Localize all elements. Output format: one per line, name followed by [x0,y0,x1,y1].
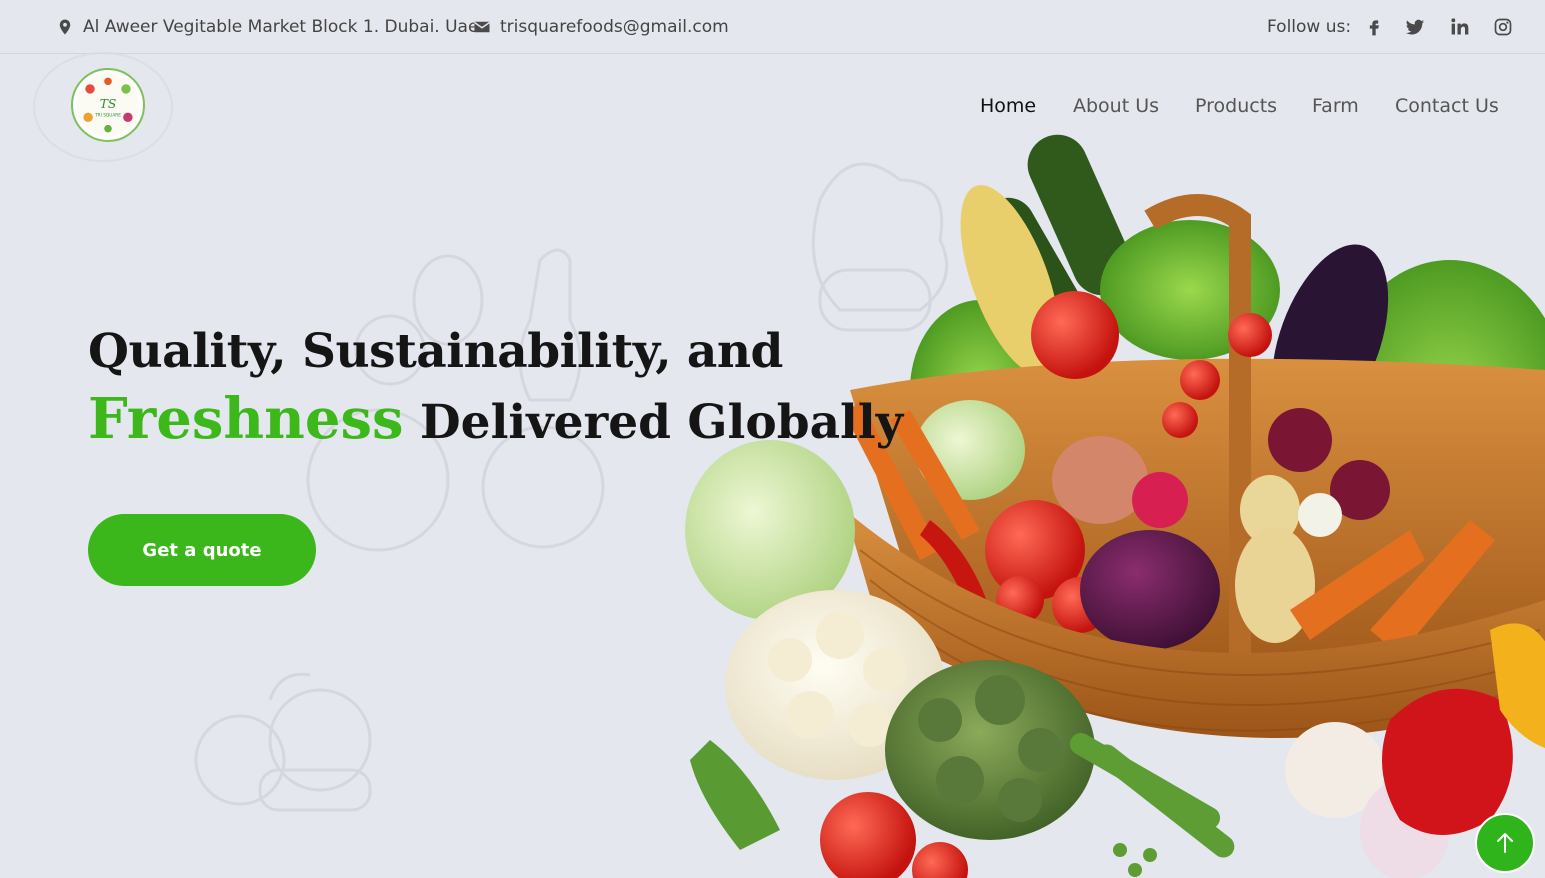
email-text[interactable]: trisquarefoods@gmail.com [500,17,729,37]
nav-products[interactable]: Products [1195,86,1277,126]
headline-line-1: Quality, Sustainability, and [88,324,783,379]
follow-us-label: Follow us: [1267,17,1352,37]
svg-text:TRI SQUARE: TRI SQUARE [94,112,121,118]
twitter-icon[interactable] [1405,0,1425,54]
facebook-icon[interactable] [1364,0,1384,54]
arrow-up-icon [1497,833,1513,853]
email-info[interactable]: trisquarefoods@gmail.com [473,0,729,54]
address-info: Al Aweer Vegitable Market Block 1. Dubai… [56,0,478,54]
scroll-to-top-button[interactable] [1475,813,1535,873]
hero-headline: Quality, Sustainability, and Freshness D… [88,322,903,456]
headline-highlight-freshness: Freshness [88,386,404,452]
address-text: Al Aweer Vegitable Market Block 1. Dubai… [83,17,479,37]
nav-farm[interactable]: Farm [1312,86,1359,126]
get-a-quote-button[interactable]: Get a quote [88,514,316,586]
location-pin-icon [56,18,74,36]
headline-line-2-rest: Delivered Globally [403,395,904,450]
envelope-icon [473,18,491,36]
nav-home[interactable]: Home [980,86,1036,126]
nav-about-us[interactable]: About Us [1073,86,1159,126]
site-logo[interactable]: TS TRI SQUARE [71,68,145,142]
headline-line-2: Freshness Delivered Globally [88,386,903,456]
linkedin-icon[interactable] [1450,0,1470,54]
vegetable-basket-image [685,134,1545,878]
top-info-bar: Al Aweer Vegitable Market Block 1. Dubai… [0,0,1545,54]
logo-emblem-icon: TS TRI SQUARE [76,73,140,137]
instagram-icon[interactable] [1493,0,1513,54]
svg-text:TS: TS [100,97,117,111]
nav-contact-us[interactable]: Contact Us [1395,86,1499,126]
